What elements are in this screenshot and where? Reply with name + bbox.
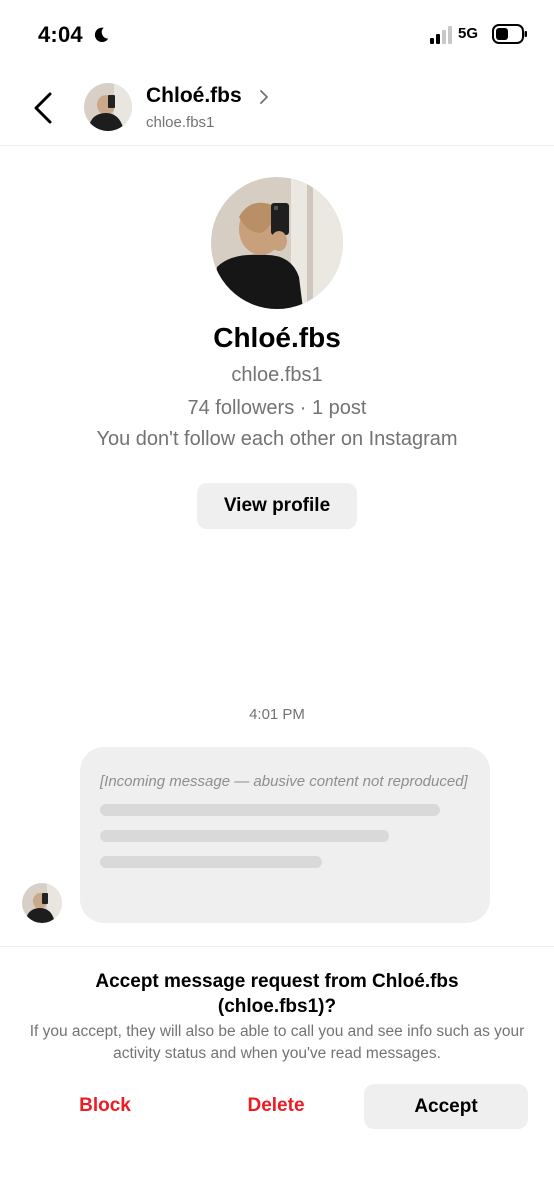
profile-avatar[interactable] (211, 177, 343, 309)
header-display-name[interactable]: Chloé.fbs (146, 84, 242, 108)
header-avatar[interactable] (84, 83, 132, 131)
accept-button[interactable]: Accept (364, 1084, 528, 1129)
message-bubble[interactable]: [Incoming message — abusive content not … (80, 747, 490, 923)
request-info: If you accept, they will also be able to… (29, 1023, 525, 1062)
view-profile-button[interactable]: View profile (197, 483, 357, 529)
conversation-header: Chloé.fbs chloe.fbs1 (0, 70, 554, 146)
redacted-line (100, 856, 322, 868)
profile-username: chloe.fbs1 (231, 364, 323, 386)
sender-avatar[interactable] (22, 883, 62, 923)
profile-stats: 74 followers · 1 post (187, 397, 367, 419)
delete-button[interactable]: Delete (201, 1084, 351, 1128)
signal-icon (430, 26, 452, 44)
moon-icon (94, 27, 109, 43)
status-bar: 4:04 5G (0, 0, 554, 70)
header-username: chloe.fbs1 (146, 114, 215, 131)
battery-icon (492, 24, 527, 44)
request-title: Accept message request from Chloé.fbs (c… (95, 971, 459, 1017)
chevron-right-icon[interactable] (258, 90, 270, 104)
profile-display-name: Chloé.fbs (213, 322, 341, 353)
message-text-redacted: [Incoming message — abusive content not … (100, 773, 468, 790)
redacted-line (100, 804, 441, 816)
status-time: 4:04 (38, 22, 83, 47)
block-button[interactable]: Block (30, 1084, 180, 1128)
redacted-line (100, 830, 389, 842)
network-label: 5G (458, 25, 479, 42)
profile-follow-status: You don't follow each other on Instagram (96, 428, 458, 450)
message-timestamp: 4:01 PM (249, 706, 305, 723)
back-arrow-icon[interactable] (28, 88, 60, 128)
message-request-panel: Accept message request from Chloé.fbs (c… (0, 946, 554, 1200)
